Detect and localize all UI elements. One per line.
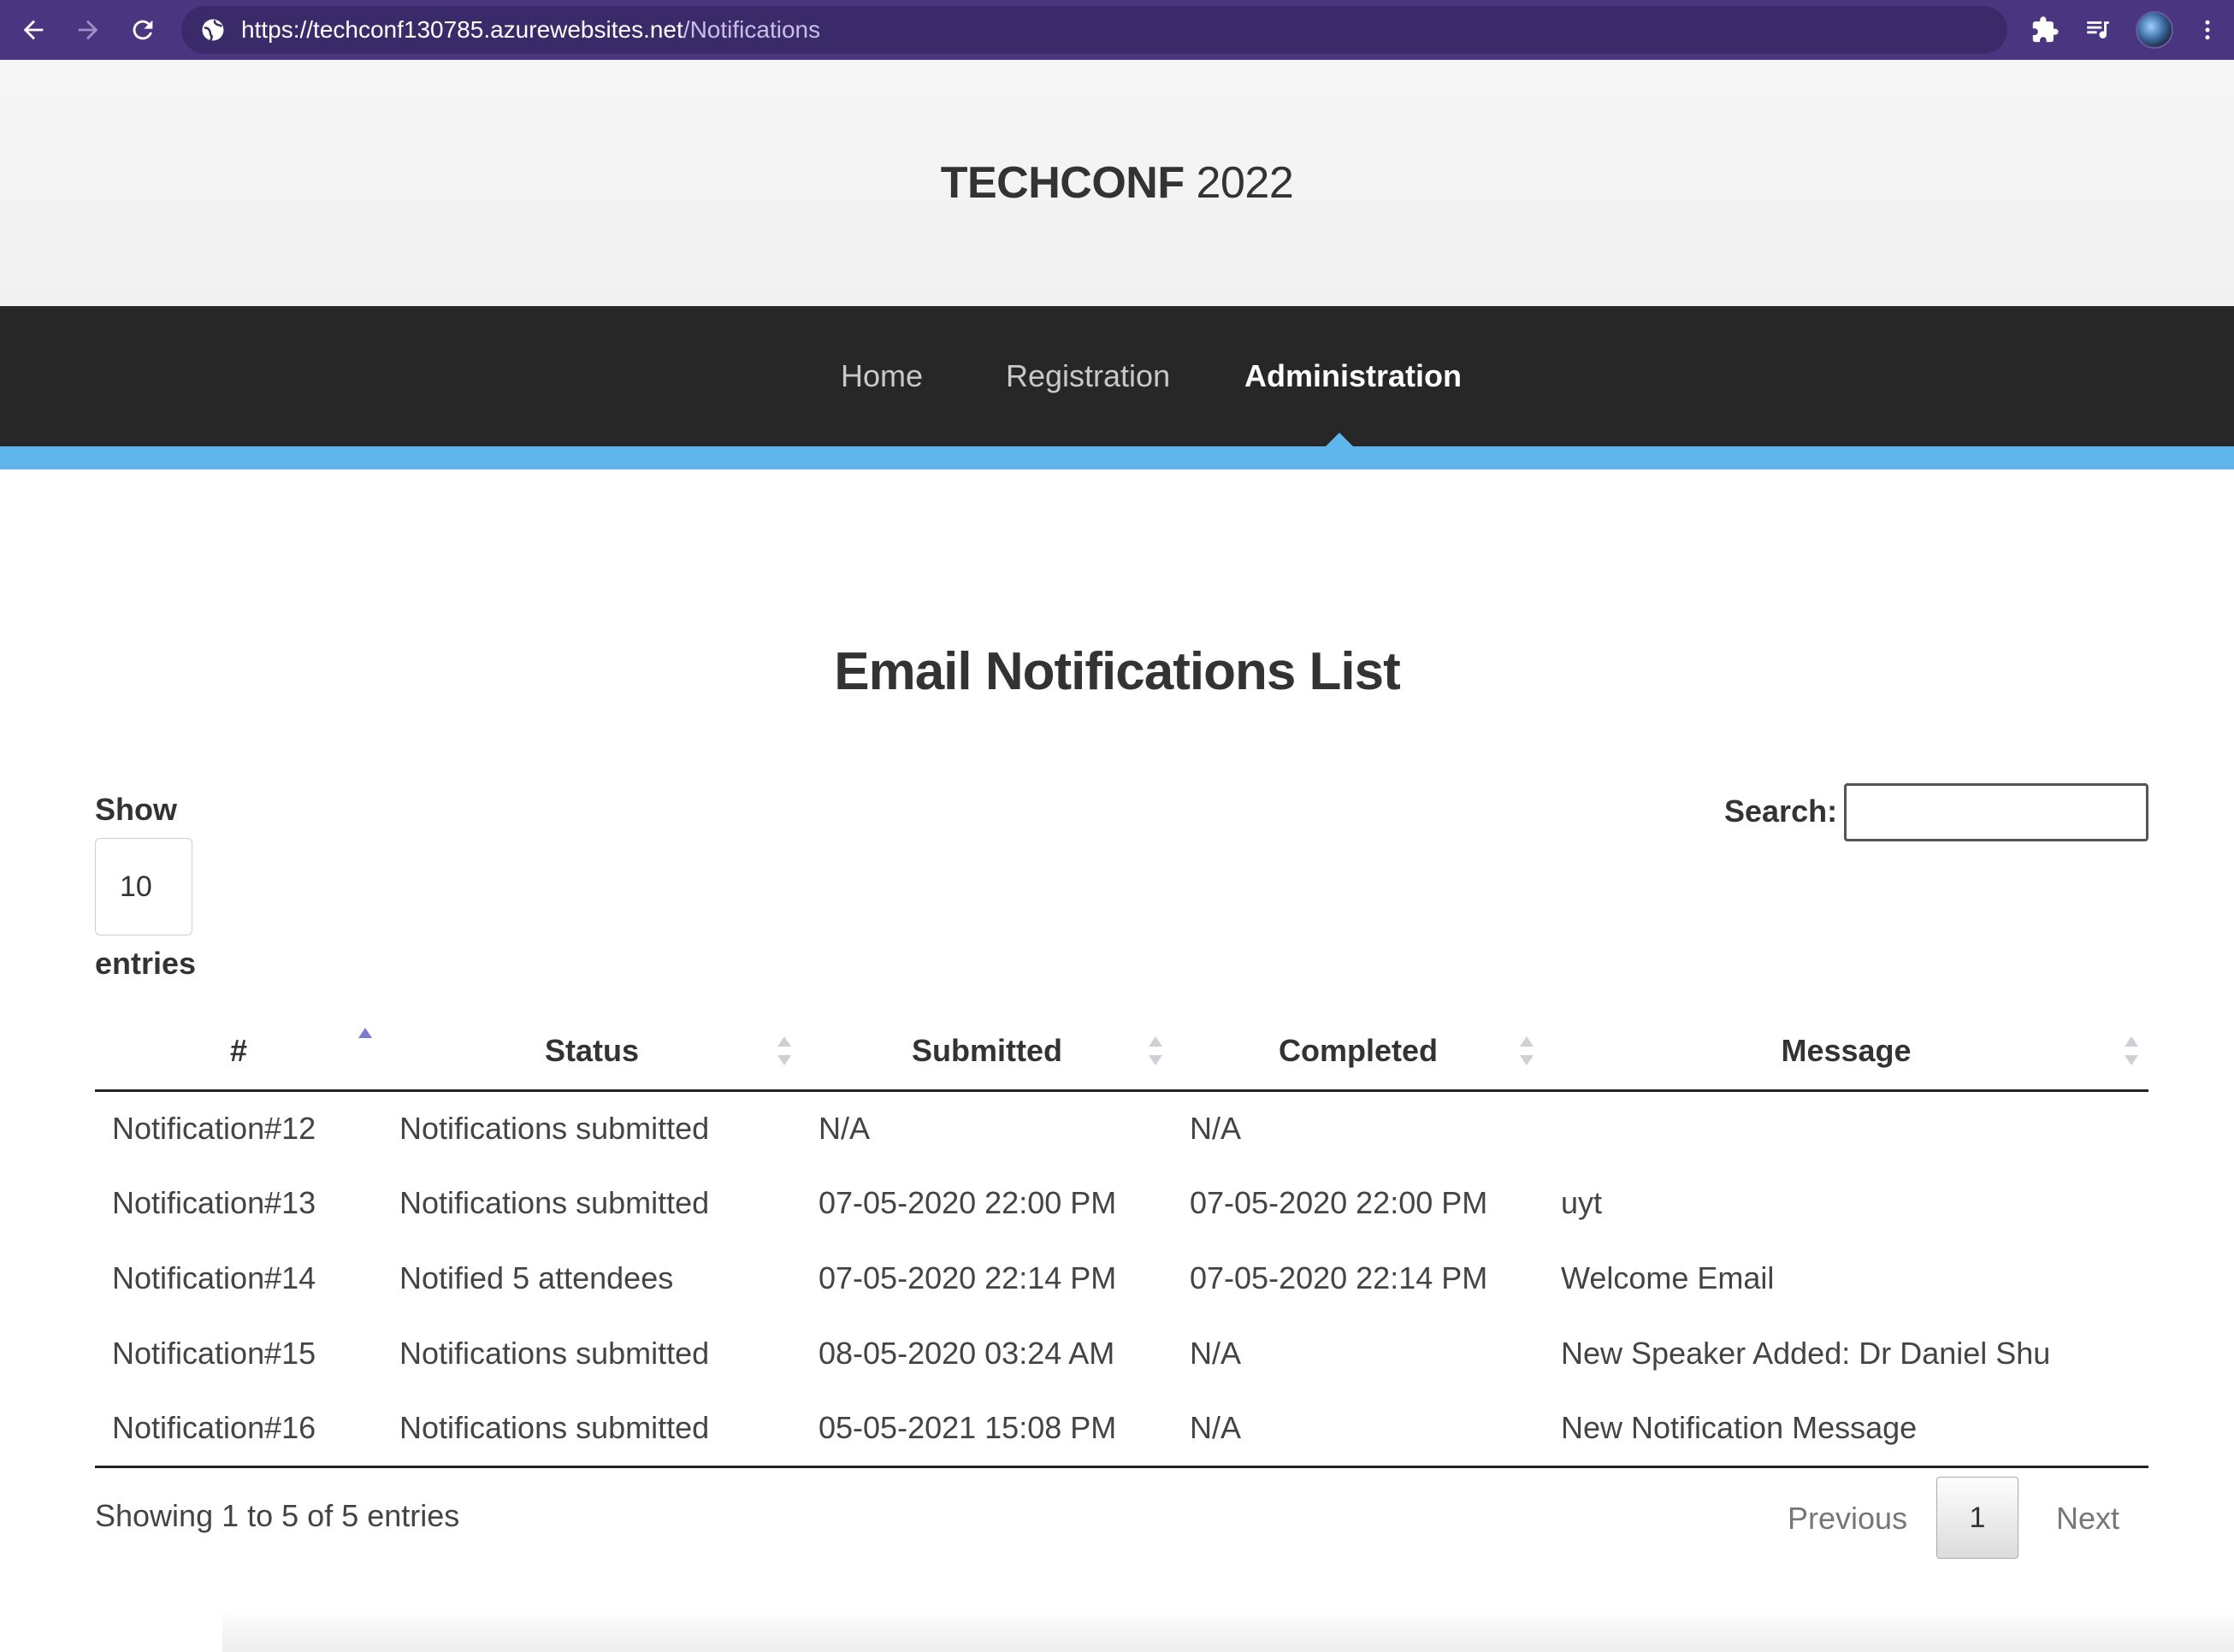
cell-status: Notified 5 attendees: [399, 1260, 674, 1295]
back-button[interactable]: [14, 10, 53, 50]
extensions-button[interactable]: [2027, 12, 2063, 48]
url-host: https://techconf130785.azurewebsites.net: [241, 16, 683, 43]
cell-message: uyt: [1561, 1185, 1603, 1220]
cell-completed: N/A: [1190, 1110, 1242, 1146]
cell-message: New Notification Message: [1544, 1391, 2148, 1468]
reading-list-button[interactable]: [2080, 12, 2116, 48]
column-label: #: [229, 1033, 248, 1069]
table-info: Showing 1 to 5 of 5 entries: [95, 1498, 460, 1533]
entries-label: entries: [95, 946, 197, 981]
active-nav-indicator: [1326, 433, 1353, 446]
url-text: https://techconf130785.azurewebsites.net…: [241, 16, 820, 44]
cell-submitted: 07-05-2020 22:14 PM: [819, 1260, 1117, 1295]
column-label: Status: [544, 1033, 640, 1069]
arrow-right-icon: [78, 20, 98, 40]
browser-toolbar: https://techconf130785.azurewebsites.net…: [0, 0, 2234, 60]
cell-submitted: 05-05-2021 15:08 PM: [801, 1391, 1173, 1468]
forward-button[interactable]: [68, 10, 108, 50]
sort-icon: [1518, 1036, 1535, 1066]
avatar[interactable]: [2136, 11, 2173, 49]
next-page-button[interactable]: Next: [2056, 1478, 2119, 1560]
browser-menu-button[interactable]: [2195, 12, 2220, 48]
page-length-value: 10: [120, 870, 152, 903]
sort-icon: [776, 1036, 793, 1066]
table-header-row: # Status Submitted Completed Message: [95, 1013, 2148, 1092]
main-navigation: Home Registration Administration: [0, 306, 2234, 446]
cell-id: Notification#13: [112, 1185, 316, 1220]
cell-completed: N/A: [1190, 1336, 1242, 1371]
search-input[interactable]: [1844, 783, 2148, 841]
cell-completed: N/A: [1173, 1391, 1544, 1468]
site-logo[interactable]: TECHCONF 2022: [941, 157, 1294, 209]
table-row[interactable]: Notification#13 Notifications submitted …: [95, 1165, 2148, 1241]
cell-message: [1544, 1090, 2148, 1165]
notifications-table: # Status Submitted Completed Message Not…: [95, 1013, 2148, 1468]
page-length-select[interactable]: 10: [95, 838, 192, 935]
page-button-current[interactable]: 1: [1936, 1477, 2018, 1559]
cell-completed: 07-05-2020 22:00 PM: [1190, 1185, 1488, 1220]
nav-item-registration[interactable]: Registration: [1006, 306, 1170, 446]
site-header: TECHCONF 2022: [0, 60, 2234, 306]
nav-item-home[interactable]: Home: [841, 306, 923, 446]
search-label: Search:: [1724, 794, 1838, 829]
cell-message: New Speaker Added: Dr Daniel Shu: [1561, 1336, 2051, 1371]
nav-item-administration[interactable]: Administration: [1244, 306, 1462, 446]
sort-icon: [2123, 1036, 2140, 1066]
address-bar[interactable]: https://techconf130785.azurewebsites.net…: [181, 6, 2007, 54]
cell-status: Notifications submitted: [399, 1110, 710, 1146]
cell-submitted: 07-05-2020 22:00 PM: [819, 1185, 1117, 1220]
nav-accent-bar: [0, 446, 2234, 469]
column-header-submitted[interactable]: Submitted: [801, 1013, 1173, 1092]
reload-icon: [133, 20, 153, 40]
globe-icon: [202, 19, 224, 41]
column-header-completed[interactable]: Completed: [1173, 1013, 1544, 1092]
cell-id: Notification#12: [112, 1110, 316, 1146]
puzzle-icon: [2032, 16, 2059, 43]
cell-completed: 07-05-2020 22:14 PM: [1190, 1260, 1488, 1295]
table-row[interactable]: Notification#16 Notifications submitted …: [95, 1391, 2148, 1468]
cell-id: Notification#16: [95, 1391, 382, 1468]
cell-status: Notifications submitted: [399, 1336, 710, 1371]
table-row[interactable]: Notification#15 Notifications submitted …: [95, 1316, 2148, 1391]
cell-submitted: 08-05-2020 03:24 AM: [819, 1336, 1115, 1371]
sort-ascending-icon: [357, 1028, 374, 1065]
column-header-status[interactable]: Status: [382, 1013, 801, 1092]
reading-list-icon: [2087, 21, 2109, 38]
cell-status: Notifications submitted: [382, 1391, 801, 1468]
arrow-left-icon: [23, 20, 44, 40]
column-header-message[interactable]: Message: [1544, 1013, 2148, 1092]
column-label: Completed: [1278, 1033, 1438, 1069]
page-bottom-shadow: [222, 1608, 2234, 1652]
column-label: Submitted: [912, 1033, 1062, 1069]
cell-message: Welcome Email: [1561, 1260, 1775, 1295]
column-header-id[interactable]: #: [95, 1013, 382, 1092]
cell-submitted: N/A: [819, 1110, 871, 1146]
column-label: Message: [1781, 1033, 1912, 1069]
show-label: Show: [95, 792, 177, 827]
page-title: Email Notifications List: [834, 642, 1401, 701]
sort-icon: [1147, 1036, 1164, 1066]
previous-page-button[interactable]: Previous: [1788, 1478, 1907, 1560]
brand-name: TECHCONF: [940, 158, 1185, 208]
reload-button[interactable]: [123, 10, 163, 50]
brand-year: 2022: [1184, 158, 1294, 208]
table-row[interactable]: Notification#14 Notified 5 attendees 07-…: [95, 1241, 2148, 1316]
cell-id: Notification#15: [112, 1336, 316, 1371]
more-vertical-icon: [2205, 20, 2210, 40]
table-row[interactable]: Notification#12 Notifications submitted …: [95, 1090, 2148, 1165]
cell-id: Notification#14: [112, 1260, 316, 1295]
url-path: /Notifications: [683, 16, 821, 43]
cell-status: Notifications submitted: [399, 1185, 710, 1220]
